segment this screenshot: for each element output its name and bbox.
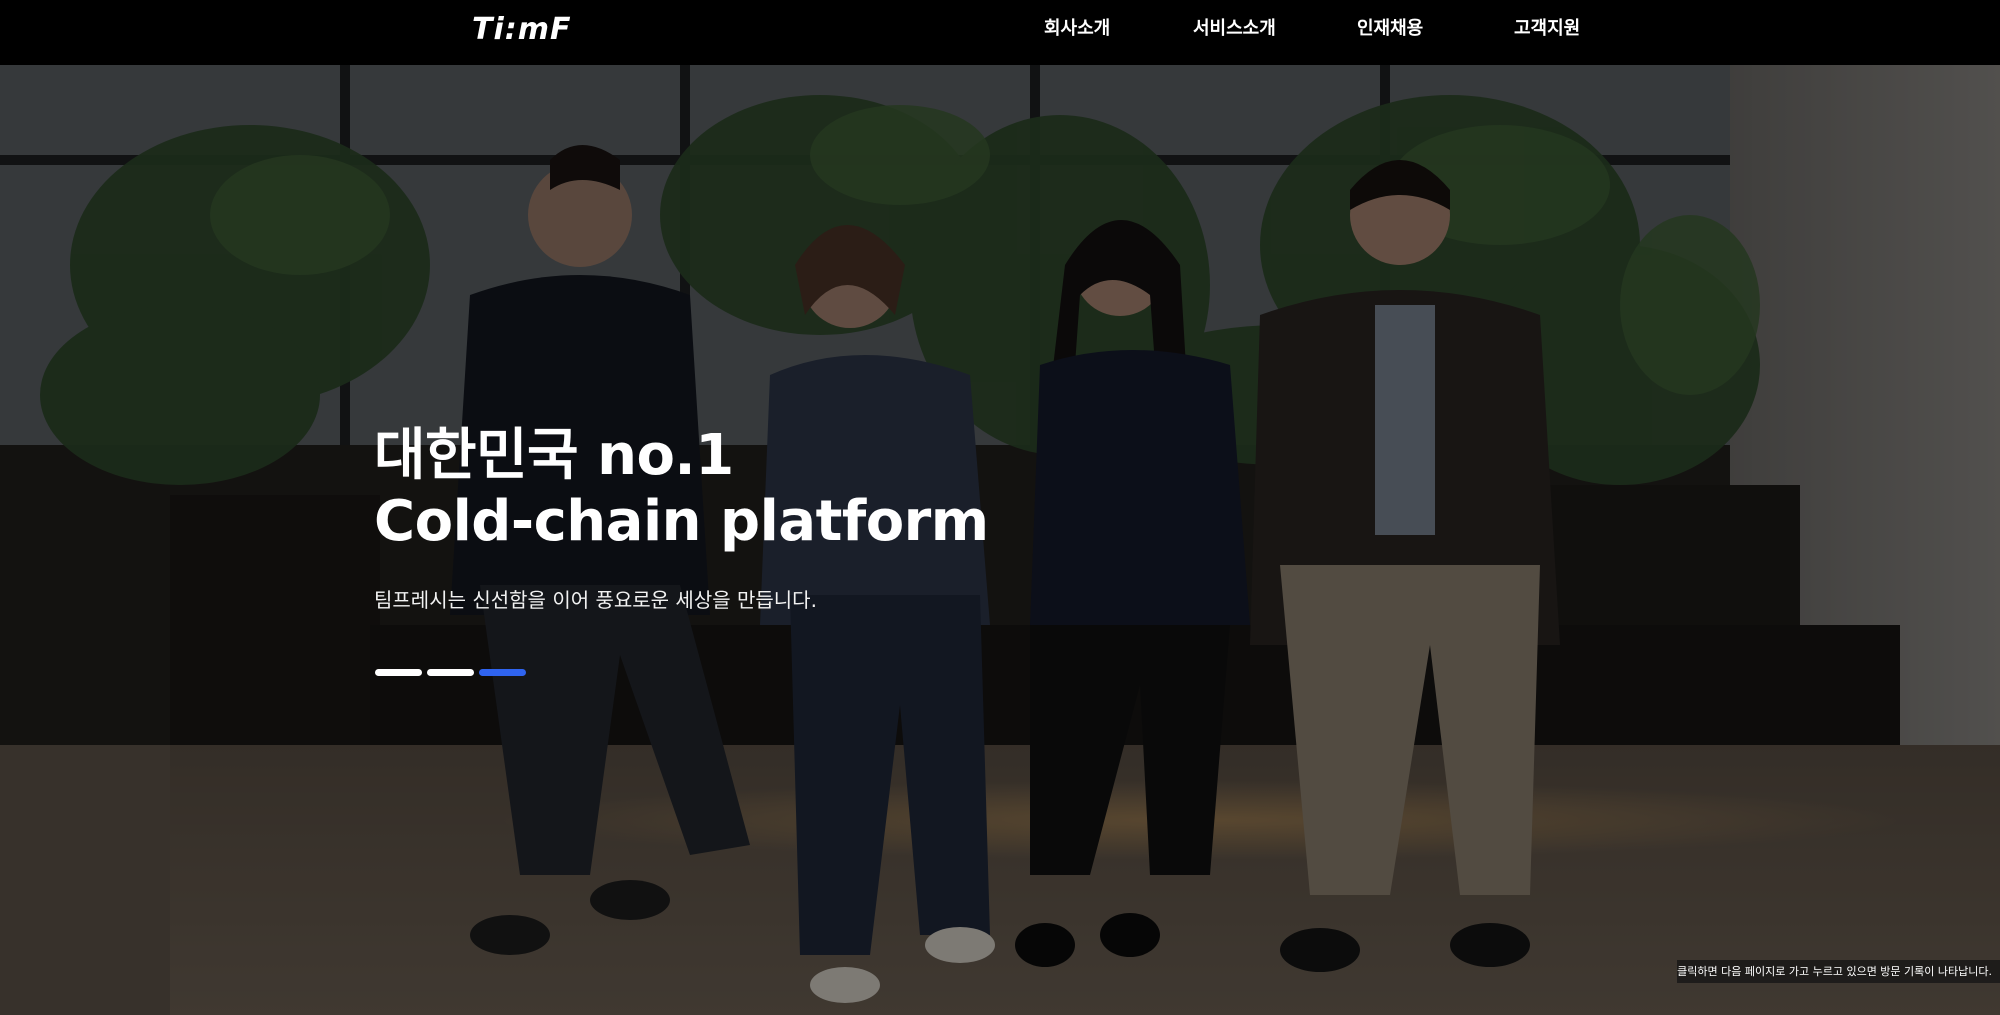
- top-navigation-bar: Ti:mF 회사소개 서비스소개 인재채용 고객지원: [0, 0, 2000, 65]
- nav-item-company[interactable]: 회사소개: [1044, 0, 1110, 60]
- hero-title-line-2: Cold-chain platform: [374, 489, 989, 554]
- slide-indicator-2[interactable]: [427, 669, 474, 676]
- nav-item-support[interactable]: 고객지원: [1514, 0, 1580, 60]
- page: Ti:mF 회사소개 서비스소개 인재채용 고객지원 대한민국 no.1 Col…: [0, 0, 2000, 1015]
- hero-title: 대한민국 no.1 Cold-chain platform: [374, 423, 989, 555]
- hero-background-photo: [0, 65, 2000, 1015]
- hero-subtitle: 팀프레시는 신선함을 이어 풍요로운 세상을 만듭니다.: [374, 588, 817, 612]
- nav-item-careers[interactable]: 인재채용: [1357, 0, 1423, 60]
- timf-logo[interactable]: Ti:mF: [472, 12, 572, 48]
- slide-indicator-1[interactable]: [375, 669, 422, 676]
- hero-banner: 대한민국 no.1 Cold-chain platform 팀프레시는 신선함을…: [0, 65, 2000, 1015]
- hero-title-line-1: 대한민국 no.1: [374, 423, 734, 488]
- slide-indicator-3[interactable]: [479, 669, 526, 676]
- nav-item-services[interactable]: 서비스소개: [1193, 0, 1276, 60]
- back-button-tooltip: 클릭하면 다음 페이지로 가고 누르고 있으면 방문 기록이 나타납니다.: [1677, 960, 2000, 983]
